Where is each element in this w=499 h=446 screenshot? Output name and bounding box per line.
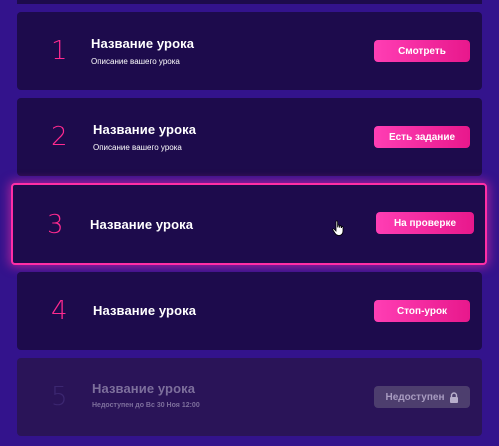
unavailable-until-text: Недоступен до Вс 30 Ноя 12:00 [92,402,200,409]
lesson-description: Описание вашего урока [91,57,180,66]
lesson-card-2[interactable]: 2 Название урока Описание вашего урока Е… [17,98,482,176]
lesson-title: Название урока [90,217,194,232]
under-review-button[interactable]: На проверке [376,212,474,234]
lesson-number: 3 [47,210,64,240]
lesson-number: 5 [51,382,68,412]
lesson-card-4[interactable]: 4 Название урока Стоп-урок [17,272,482,350]
stop-lesson-button[interactable]: Стоп-урок [374,300,470,322]
lesson-number: 2 [51,122,68,152]
unavailable-button-label: Недоступен [385,391,445,403]
watch-button[interactable]: Смотреть [374,40,470,62]
lesson-description: Описание вашего урока [93,143,182,152]
hand-pointer-icon [332,220,344,236]
has-task-button[interactable]: Есть задание [374,126,470,148]
lesson-card-5: 5 Название урока Недоступен до Вс 30 Ноя… [17,358,482,436]
lesson-title: Название урока [93,122,197,137]
lesson-number: 4 [51,296,68,326]
lesson-number: 1 [51,36,68,66]
lock-icon [449,391,458,403]
unavailable-button: Недоступен [374,386,470,408]
lesson-title: Название урока [92,381,196,396]
lesson-title: Название урока [93,303,197,318]
lesson-card-1[interactable]: 1 Название урока Описание вашего урока С… [17,12,482,90]
lesson-card-3[interactable]: 3 Название урока На проверке [11,183,487,265]
lesson-title: Название урока [91,36,195,51]
previous-card-edge [17,0,482,4]
